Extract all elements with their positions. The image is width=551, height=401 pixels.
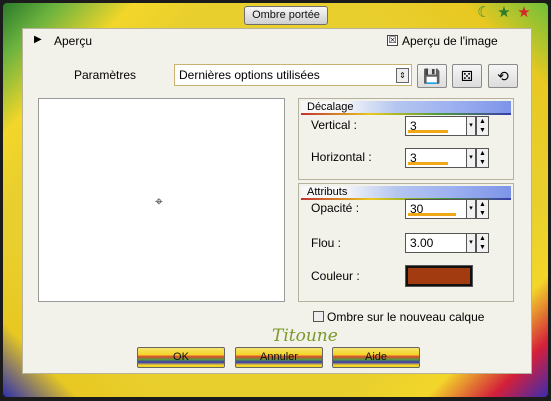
vertical-label: Vertical : (311, 118, 358, 132)
preview-area[interactable]: ⌖ (38, 98, 285, 302)
ok-button[interactable]: OK (137, 347, 225, 368)
dice-icon: ⚄ (460, 68, 474, 84)
vertical-slider[interactable] (408, 130, 448, 133)
chevron-down-icon[interactable]: ▾ (466, 148, 476, 168)
apercu-image-label: Aperçu de l'image (402, 34, 498, 48)
save-preset-icon: 💾 (423, 68, 441, 84)
spinner-arrows[interactable]: ▲ ▼ (476, 116, 489, 136)
horizontal-label: Horizontal : (311, 150, 372, 164)
star-icon[interactable]: ★ (515, 4, 533, 22)
save-preset-button[interactable]: 💾 (417, 64, 447, 88)
reset-button[interactable]: ⟲ (488, 64, 518, 88)
randomize-button[interactable]: ⚄ (452, 64, 482, 88)
chevron-down-icon[interactable]: ▾ (466, 233, 476, 253)
decalage-group: Décalage Vertical : 3 ▾ ▲ ▼ Horizontal : … (298, 98, 514, 180)
vertical-input[interactable]: 3 ▾ ▲ ▼ (405, 116, 489, 136)
expand-triangle-icon[interactable]: ▶ (34, 34, 42, 45)
window-title: Ombre portée (244, 6, 328, 25)
couleur-label: Couleur : (311, 269, 360, 283)
reset-icon: ⟲ (497, 68, 509, 84)
nouveau-calque-label: Ombre sur le nouveau calque (327, 310, 485, 324)
flou-value: 3.00 (410, 236, 434, 250)
decalage-title: Décalage (301, 101, 511, 115)
opacite-label: Opacité : (311, 201, 360, 215)
attributs-group: Attributs Opacité : 30 ▾ ▲ ▼ Flou : 3.00 … (298, 183, 514, 302)
couleur-swatch[interactable] (405, 265, 473, 287)
watermark-signature: Titoune (272, 326, 338, 346)
nouveau-calque-checkbox[interactable] (313, 311, 324, 322)
spinner-arrows[interactable]: ▲ ▼ (476, 233, 489, 253)
moon-icon[interactable]: ☾ (475, 4, 493, 22)
preset-dropdown[interactable]: Dernières options utilisées ⇕ (174, 64, 412, 86)
flou-label: Flou : (311, 236, 342, 250)
crosshair-icon[interactable]: ⌖ (155, 193, 163, 210)
params-label: Paramètres (74, 68, 137, 82)
attributs-title: Attributs (301, 186, 511, 200)
cancel-button[interactable]: Annuler (235, 347, 323, 368)
preset-value: Dernières options utilisées (179, 68, 320, 82)
star-icon[interactable]: ★ (495, 4, 513, 22)
spinner-arrows[interactable]: ▲ ▼ (476, 148, 489, 168)
horizontal-input[interactable]: 3 ▾ ▲ ▼ (405, 148, 489, 168)
horizontal-slider[interactable] (408, 162, 448, 165)
spinner-arrows[interactable]: ▲ ▼ (476, 199, 489, 219)
help-button[interactable]: Aide (332, 347, 420, 368)
chevron-down-icon[interactable]: ▾ (466, 199, 476, 219)
opacite-input[interactable]: 30 ▾ ▲ ▼ (405, 199, 489, 219)
apercu-image-checkbox[interactable]: ☒ (387, 35, 398, 46)
dropdown-spin-icon[interactable]: ⇕ (396, 68, 409, 83)
flou-input[interactable]: 3.00 ▾ ▲ ▼ (405, 233, 489, 253)
apercu-label[interactable]: Aperçu (54, 34, 92, 48)
apercu-header: ▶ Aperçu ☒ Aperçu de l'image (22, 30, 530, 52)
title-icons: ☾ ★ ★ (475, 4, 533, 22)
opacite-slider[interactable] (408, 213, 456, 216)
chevron-down-icon[interactable]: ▾ (466, 116, 476, 136)
